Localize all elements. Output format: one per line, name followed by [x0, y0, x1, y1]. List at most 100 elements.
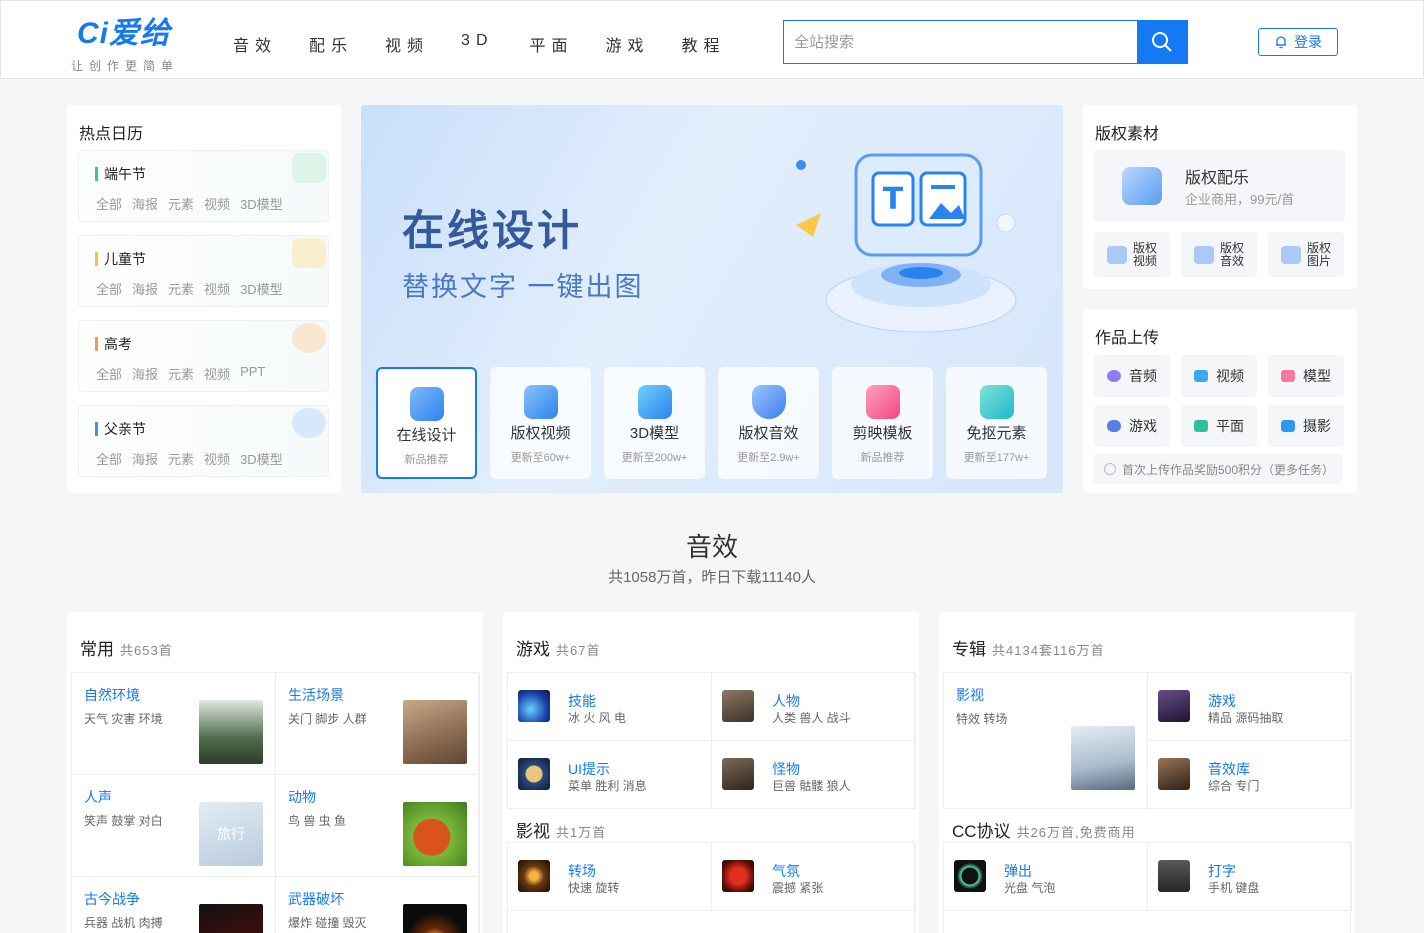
film-grid: 转场 快速 旋转 气氛 震撼 紧张 — [507, 842, 916, 933]
shield-speaker-icon — [751, 385, 786, 419]
login-button[interactable]: 登录 — [1258, 28, 1338, 56]
upload-graphic-button[interactable]: 平面 — [1181, 405, 1257, 447]
nav-item-video[interactable]: 视频 — [385, 32, 429, 56]
calendar-tag[interactable]: 视频 — [204, 364, 230, 383]
explosion-thumbnail — [403, 904, 467, 933]
nav-item-graphic[interactable]: 平面 — [530, 32, 574, 56]
category-cell[interactable]: 自然环境 天气 灾害 环境 — [72, 673, 276, 775]
calendar-tag[interactable]: 全部 — [96, 364, 122, 383]
hot-calendar-panel: 热点日历 端午节 全部 海报 元素 视频 3D模型 儿童节 全部 海报 元素 视频 3D模型 高… — [67, 105, 341, 493]
hero-card-copyright-sound[interactable]: 版权音效 更新至2.9w+ — [718, 367, 819, 479]
sound-library-thumbnail — [1158, 758, 1190, 790]
calendar-tag[interactable]: 全部 — [96, 449, 122, 468]
category-cell[interactable]: 生活场景 关门 脚步 人群 — [276, 673, 480, 775]
album-item[interactable]: 游戏 精品 源码抽取 — [1148, 673, 1352, 741]
column-header: 游戏 共67首 — [516, 635, 600, 660]
item-desc: 冰 火 风 电 — [568, 711, 627, 725]
calendar-tag[interactable]: 3D模型 — [240, 449, 283, 468]
site-logo[interactable]: Ci爱给 — [77, 17, 171, 51]
album-featured[interactable]: 影视 特效 转场 — [944, 673, 1148, 810]
calendar-card[interactable]: 端午节 全部 海报 元素 视频 3D模型 — [78, 150, 329, 222]
hero-card-copyright-video[interactable]: 版权视频 更新至60w+ — [490, 367, 591, 479]
cube-icon — [637, 385, 672, 419]
picture-icon — [1194, 420, 1208, 432]
nav-item-game[interactable]: 游戏 — [606, 32, 650, 56]
upload-game-button[interactable]: 游戏 — [1094, 405, 1170, 447]
copyright-video-link[interactable]: 版权 视频 — [1094, 232, 1170, 277]
hero-card-sub: 新品推荐 — [404, 454, 449, 466]
nav-item-3d[interactable]: 3D — [461, 32, 493, 56]
calendar-tag[interactable]: 3D模型 — [240, 279, 283, 298]
game-item[interactable]: 人物 人类 兽人 战斗 — [712, 673, 916, 741]
category-cell[interactable]: 古今战争 兵器 战机 肉搏 — [72, 877, 276, 933]
calendar-tag[interactable]: PPT — [240, 364, 265, 383]
calendar-card[interactable]: 父亲节 全部 海报 元素 视频 3D模型 — [78, 405, 329, 477]
calendar-tag[interactable]: 视频 — [204, 194, 230, 213]
nav-item-sound[interactable]: 音效 — [233, 32, 277, 56]
upload-video-button[interactable]: 视频 — [1181, 355, 1257, 397]
paper-plane-icon — [292, 238, 326, 268]
game-item[interactable]: 技能 冰 火 风 电 — [508, 673, 712, 741]
cc-item[interactable]: 打字 手机 键盘 — [1148, 843, 1352, 911]
upload-tip[interactable]: 首次上传作品奖励500积分（更多任务） — [1094, 454, 1343, 484]
upload-audio-button[interactable]: 音频 — [1094, 355, 1170, 397]
search-input[interactable] — [784, 21, 1137, 63]
hero-card-capcut-template[interactable]: 剪映模板 新品推荐 — [832, 367, 933, 479]
upload-title: 作品上传 — [1095, 330, 1160, 347]
hero-card-cutout-element[interactable]: 免抠元素 更新至177w+ — [946, 367, 1047, 479]
game-album-thumbnail — [1158, 690, 1190, 722]
cc-item[interactable]: 弹出 光盘 气泡 — [944, 843, 1148, 911]
category-desc: 关门 脚步 人群 — [288, 712, 367, 726]
calendar-card[interactable]: 高考 全部 海报 元素 视频 PPT — [78, 320, 329, 392]
hero-card-online-design[interactable]: 在线设计 新品推荐 — [376, 367, 477, 479]
calendar-tag[interactable]: 全部 — [96, 279, 122, 298]
upload-label: 模型 — [1303, 368, 1331, 384]
film-item[interactable]: 气氛 震撼 紧张 — [712, 843, 916, 911]
hero-card-3d-model[interactable]: 3D模型 更新至200w+ — [604, 367, 705, 479]
copyright-sound-link[interactable]: 版权 音效 — [1181, 232, 1257, 277]
copyright-music-card[interactable]: 版权配乐 企业商用，99元/首 — [1094, 150, 1345, 222]
upload-photo-button[interactable]: 摄影 — [1268, 405, 1344, 447]
calendar-tag[interactable]: 全部 — [96, 194, 122, 213]
logo-text: Ci爱给 — [77, 17, 171, 50]
audio-icon — [1107, 370, 1121, 382]
film-item[interactable]: 转场 快速 旋转 — [508, 843, 712, 911]
calendar-card[interactable]: 儿童节 全部 海报 元素 视频 3D模型 — [78, 235, 329, 307]
category-cell[interactable]: 动物 鸟 兽 虫 鱼 — [276, 775, 480, 877]
copyright-image-link[interactable]: 版权 图片 — [1268, 232, 1344, 277]
calendar-tag[interactable]: 视频 — [204, 449, 230, 468]
game-item[interactable]: 怪物 巨兽 骷髅 狼人 — [712, 741, 916, 809]
calendar-tag[interactable]: 元素 — [168, 279, 194, 298]
item-desc: 精品 源码抽取 — [1208, 711, 1284, 725]
link-line: 版权 — [1306, 240, 1331, 255]
item-desc: 快速 旋转 — [568, 881, 620, 895]
nav-item-tutorial[interactable]: 教程 — [682, 32, 726, 56]
calendar-tag[interactable]: 视频 — [204, 279, 230, 298]
search-button[interactable] — [1137, 21, 1187, 63]
calendar-tag[interactable]: 海报 — [132, 279, 158, 298]
game-item[interactable]: UI提示 菜单 胜利 消息 — [508, 741, 712, 809]
hero-card-sub: 新品推荐 — [860, 452, 905, 464]
album-item[interactable]: 音效库 综合 专门 — [1148, 741, 1352, 809]
hero-card-sub: 更新至2.9w+ — [737, 452, 800, 464]
column-subheader: CC协议 共26万首,免费商用 — [952, 817, 1136, 842]
category-cell[interactable]: 武器破坏 爆炸 碰撞 毁灭 — [276, 877, 480, 933]
column-title: CC协议 — [952, 822, 1011, 841]
category-cell[interactable]: 人声 笑声 鼓掌 对白 旅行 — [72, 775, 276, 877]
common-grid: 自然环境 天气 灾害 环境 生活场景 关门 脚步 人群 人声 笑声 鼓掌 对白 … — [71, 672, 480, 933]
nav-item-music[interactable]: 配乐 — [309, 32, 353, 56]
calendar-tag[interactable]: 海报 — [132, 194, 158, 213]
calendar-tag[interactable]: 元素 — [168, 449, 194, 468]
calendar-tag[interactable]: 元素 — [168, 194, 194, 213]
calendar-tag[interactable]: 海报 — [132, 364, 158, 383]
character-thumbnail — [722, 690, 754, 722]
hero-banner[interactable]: 在线设计 替换文字 一键出图 T 在线设计 新品推荐 版权视频 更新至60w+ … — [361, 105, 1063, 493]
calendar-tag[interactable]: 海报 — [132, 449, 158, 468]
calendar-tag[interactable]: 元素 — [168, 364, 194, 383]
calendar-tag[interactable]: 3D模型 — [240, 194, 283, 213]
image-icon — [1280, 245, 1301, 264]
link-line: 视频 — [1132, 253, 1157, 268]
calendar-tags: 全部 海报 元素 视频 3D模型 — [96, 449, 283, 468]
column-header: 专辑 共4134套116万首 — [952, 635, 1105, 660]
upload-model-button[interactable]: 模型 — [1268, 355, 1344, 397]
